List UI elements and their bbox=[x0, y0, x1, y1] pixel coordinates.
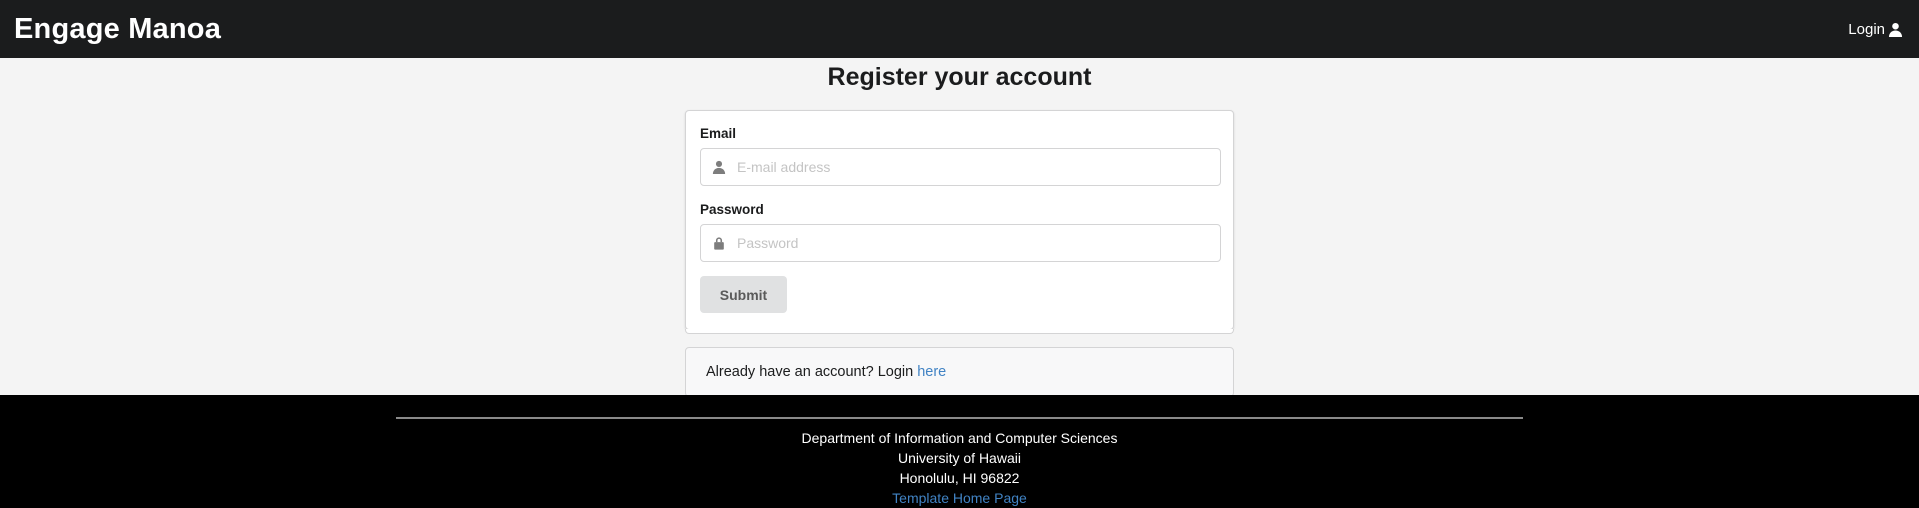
submit-button[interactable]: Submit bbox=[700, 276, 787, 313]
register-form: Email Password Submit bbox=[685, 110, 1234, 334]
email-label: Email bbox=[700, 126, 737, 141]
message-text: Already have an account? Login bbox=[706, 364, 914, 380]
footer-address: Department of Information and Computer S… bbox=[0, 428, 1919, 508]
brand-title[interactable]: Engage Manoa bbox=[14, 13, 221, 46]
password-label: Password bbox=[700, 202, 764, 217]
page-title: Register your account bbox=[827, 63, 1092, 91]
email-field-wrapper[interactable] bbox=[700, 148, 1221, 186]
template-home-link[interactable]: Template Home Page bbox=[892, 490, 1027, 506]
login-message: Already have an account? Login here bbox=[685, 347, 1234, 397]
password-field[interactable] bbox=[737, 225, 1220, 261]
user-icon bbox=[701, 160, 737, 174]
footer: Department of Information and Computer S… bbox=[0, 395, 1919, 508]
lock-icon bbox=[701, 236, 737, 250]
footer-city: Honolulu, HI 96822 bbox=[899, 470, 1020, 486]
footer-department: Department of Information and Computer S… bbox=[801, 430, 1118, 446]
login-menu-link[interactable]: Login bbox=[1848, 21, 1903, 38]
login-label[interactable]: Login bbox=[1848, 21, 1885, 38]
user-icon bbox=[1888, 22, 1903, 37]
top-navbar: Engage Manoa Login bbox=[0, 0, 1919, 58]
password-field-wrapper[interactable] bbox=[700, 224, 1221, 262]
login-here-link[interactable]: here bbox=[917, 364, 946, 380]
footer-university: University of Hawaii bbox=[898, 450, 1021, 466]
email-field[interactable] bbox=[737, 149, 1220, 185]
footer-divider bbox=[396, 417, 1523, 419]
